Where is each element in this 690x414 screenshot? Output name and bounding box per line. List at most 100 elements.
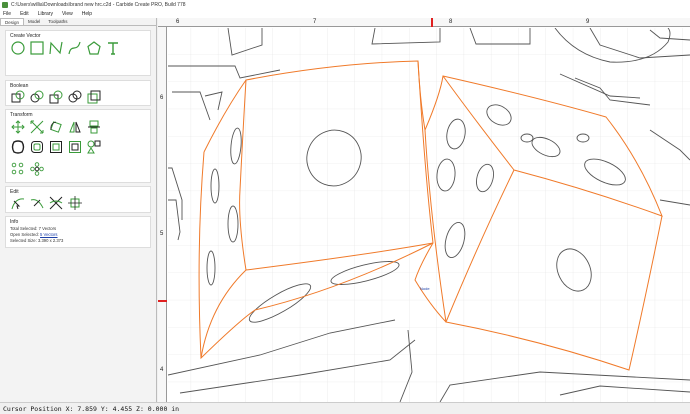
rectangle-tool[interactable] bbox=[30, 41, 44, 55]
ruler-left-label: 6 bbox=[160, 95, 164, 101]
transform-section: Transform bbox=[5, 109, 151, 183]
dot-array-icon bbox=[11, 162, 24, 175]
node-edit-tool[interactable] bbox=[11, 196, 25, 210]
menu-library[interactable]: Library bbox=[38, 11, 53, 17]
tab-toolpaths[interactable]: Toolpaths bbox=[44, 18, 71, 25]
create-vector-section: Create Vector bbox=[5, 30, 151, 76]
create-vector-title: Create Vector bbox=[10, 33, 41, 39]
text-tool[interactable] bbox=[106, 41, 120, 55]
polygon-tool[interactable] bbox=[87, 41, 101, 55]
sidebar: Design Model Toolpaths Create Vector Boo… bbox=[0, 18, 157, 402]
tab-design[interactable]: Design bbox=[0, 18, 25, 25]
selected-size-value: 3.390 x 2.373 bbox=[37, 238, 64, 243]
open-selected-link[interactable]: 5 Vectors bbox=[40, 232, 57, 237]
ruler-left-label: 5 bbox=[160, 231, 164, 237]
shapes-tool[interactable] bbox=[87, 140, 101, 154]
cut-tool[interactable] bbox=[49, 196, 63, 210]
offset-tool[interactable] bbox=[11, 140, 25, 154]
cursor-marker-x bbox=[431, 18, 433, 27]
cursor-marker-y bbox=[158, 300, 167, 302]
trim-curve-icon bbox=[30, 199, 44, 209]
node-edit-icon bbox=[11, 198, 25, 210]
open-selected-label: Open Selected: bbox=[10, 232, 39, 237]
curve-tool[interactable] bbox=[68, 41, 82, 55]
ruler-left: 6 5 4 bbox=[158, 27, 167, 402]
rotate-icon bbox=[50, 121, 62, 133]
edit-title: Edit bbox=[10, 189, 19, 195]
design-canvas[interactable]: 6 7 8 9 6 5 4 Node bbox=[158, 18, 690, 402]
menu-help[interactable]: Help bbox=[82, 11, 92, 17]
inset-icon bbox=[50, 141, 62, 153]
menu-view[interactable]: View bbox=[62, 11, 73, 17]
intersect-icon bbox=[49, 90, 63, 104]
menu-file[interactable]: File bbox=[3, 11, 11, 17]
menu-bar: File Edit Library View Help bbox=[0, 9, 690, 18]
window-title: C:\Users\willia\Downloads\brand new hrc.… bbox=[11, 1, 186, 8]
ruler-top-label: 8 bbox=[449, 19, 453, 25]
trim-curve-tool[interactable] bbox=[30, 196, 44, 210]
shapes-icon bbox=[87, 140, 101, 154]
total-selected-value: 7 Vectors bbox=[38, 226, 57, 231]
ruler-top: 6 7 8 9 bbox=[158, 18, 690, 27]
circle-icon bbox=[11, 41, 25, 55]
subtract-tool[interactable] bbox=[30, 90, 44, 104]
trim-tool[interactable] bbox=[87, 90, 101, 104]
info-open-selected: Open Selected: 5 Vectors bbox=[10, 232, 58, 237]
fillet-icon bbox=[31, 141, 43, 153]
polyline-tool[interactable] bbox=[49, 41, 63, 55]
mirror-tool[interactable] bbox=[68, 120, 82, 134]
selected-size-label: Selected Size: bbox=[10, 238, 37, 243]
union-icon bbox=[11, 90, 25, 103]
canvas-drawing bbox=[168, 28, 690, 402]
info-section: Info Total Selected: 7 Vectors Open Sele… bbox=[5, 216, 151, 248]
trim-icon bbox=[87, 90, 101, 104]
info-title: Info bbox=[10, 219, 19, 225]
outline-icon bbox=[69, 141, 81, 153]
boolean-section: Boolean bbox=[5, 80, 151, 106]
app-icon bbox=[2, 1, 8, 8]
menu-edit[interactable]: Edit bbox=[20, 11, 29, 17]
fillet-tool[interactable] bbox=[30, 140, 44, 154]
tab-model[interactable]: Model bbox=[24, 18, 44, 25]
outline-tool[interactable] bbox=[68, 140, 82, 154]
transform-title: Transform bbox=[10, 112, 33, 118]
inset-tool[interactable] bbox=[49, 140, 63, 154]
offset-icon bbox=[11, 140, 25, 154]
intersect-tool[interactable] bbox=[49, 90, 63, 104]
subtract-icon bbox=[30, 90, 44, 103]
align-icon bbox=[88, 120, 100, 134]
circular-array-icon bbox=[30, 162, 44, 176]
sidebar-tabs: Design Model Toolpaths bbox=[0, 18, 156, 26]
cursor-position-text: Cursor Position X: 7.859 Y: 4.455 Z: 0.0… bbox=[3, 405, 180, 413]
info-selected-size: Selected Size: 3.390 x 2.373 bbox=[10, 238, 63, 243]
ruler-top-label: 9 bbox=[586, 19, 590, 25]
scale-tool[interactable] bbox=[30, 120, 44, 134]
union-tool[interactable] bbox=[11, 90, 25, 104]
ruler-top-label: 7 bbox=[313, 19, 317, 25]
text-icon bbox=[108, 42, 118, 55]
circle-tool[interactable] bbox=[11, 41, 25, 55]
join-icon bbox=[68, 196, 82, 210]
align-tool[interactable] bbox=[87, 120, 101, 134]
weld-icon bbox=[68, 90, 82, 103]
edit-section: Edit bbox=[5, 186, 151, 213]
title-bar: C:\Users\willia\Downloads\brand new hrc.… bbox=[0, 0, 690, 9]
boolean-title: Boolean bbox=[10, 83, 29, 89]
pentagon-icon bbox=[87, 41, 101, 55]
status-bar: Cursor Position X: 7.859 Y: 4.455 Z: 0.0… bbox=[0, 402, 690, 414]
total-selected-label: Total Selected: bbox=[10, 226, 38, 231]
rectangle-icon bbox=[30, 41, 44, 55]
rotate-tool[interactable] bbox=[49, 120, 63, 134]
scale-icon bbox=[30, 120, 44, 134]
array-tool[interactable] bbox=[11, 162, 25, 176]
ruler-top-label: 6 bbox=[176, 19, 180, 25]
move-tool[interactable] bbox=[11, 120, 25, 134]
curve-icon bbox=[68, 41, 81, 55]
circular-array-tool[interactable] bbox=[30, 162, 44, 176]
join-tool[interactable] bbox=[68, 196, 82, 210]
polyline-icon bbox=[49, 41, 63, 55]
ruler-left-label: 4 bbox=[160, 367, 164, 373]
weld-tool[interactable] bbox=[68, 90, 82, 104]
node-label: Node bbox=[420, 286, 430, 291]
info-total-selected: Total Selected: 7 Vectors bbox=[10, 226, 56, 231]
